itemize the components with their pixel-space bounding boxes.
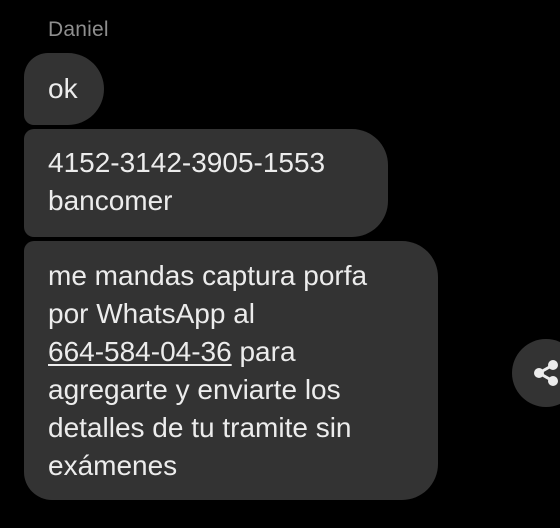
message-bubble[interactable]: ok [24,53,104,125]
message-text: ok [48,73,78,104]
message-text: 4152-3142-3905-1553 bancomer [48,147,326,216]
sender-name: Daniel [48,18,109,41]
message-text-part: me mandas captura porfa por WhatsApp al [48,260,368,329]
phone-number-link[interactable]: 664-584-04-36 [48,336,232,367]
message-bubble[interactable]: me mandas captura porfa por WhatsApp al … [24,241,438,500]
share-button[interactable] [512,339,560,407]
share-icon [534,360,558,386]
message-text: me mandas captura porfa por WhatsApp al … [48,257,414,485]
message-bubble[interactable]: 4152-3142-3905-1553 bancomer [24,129,388,237]
